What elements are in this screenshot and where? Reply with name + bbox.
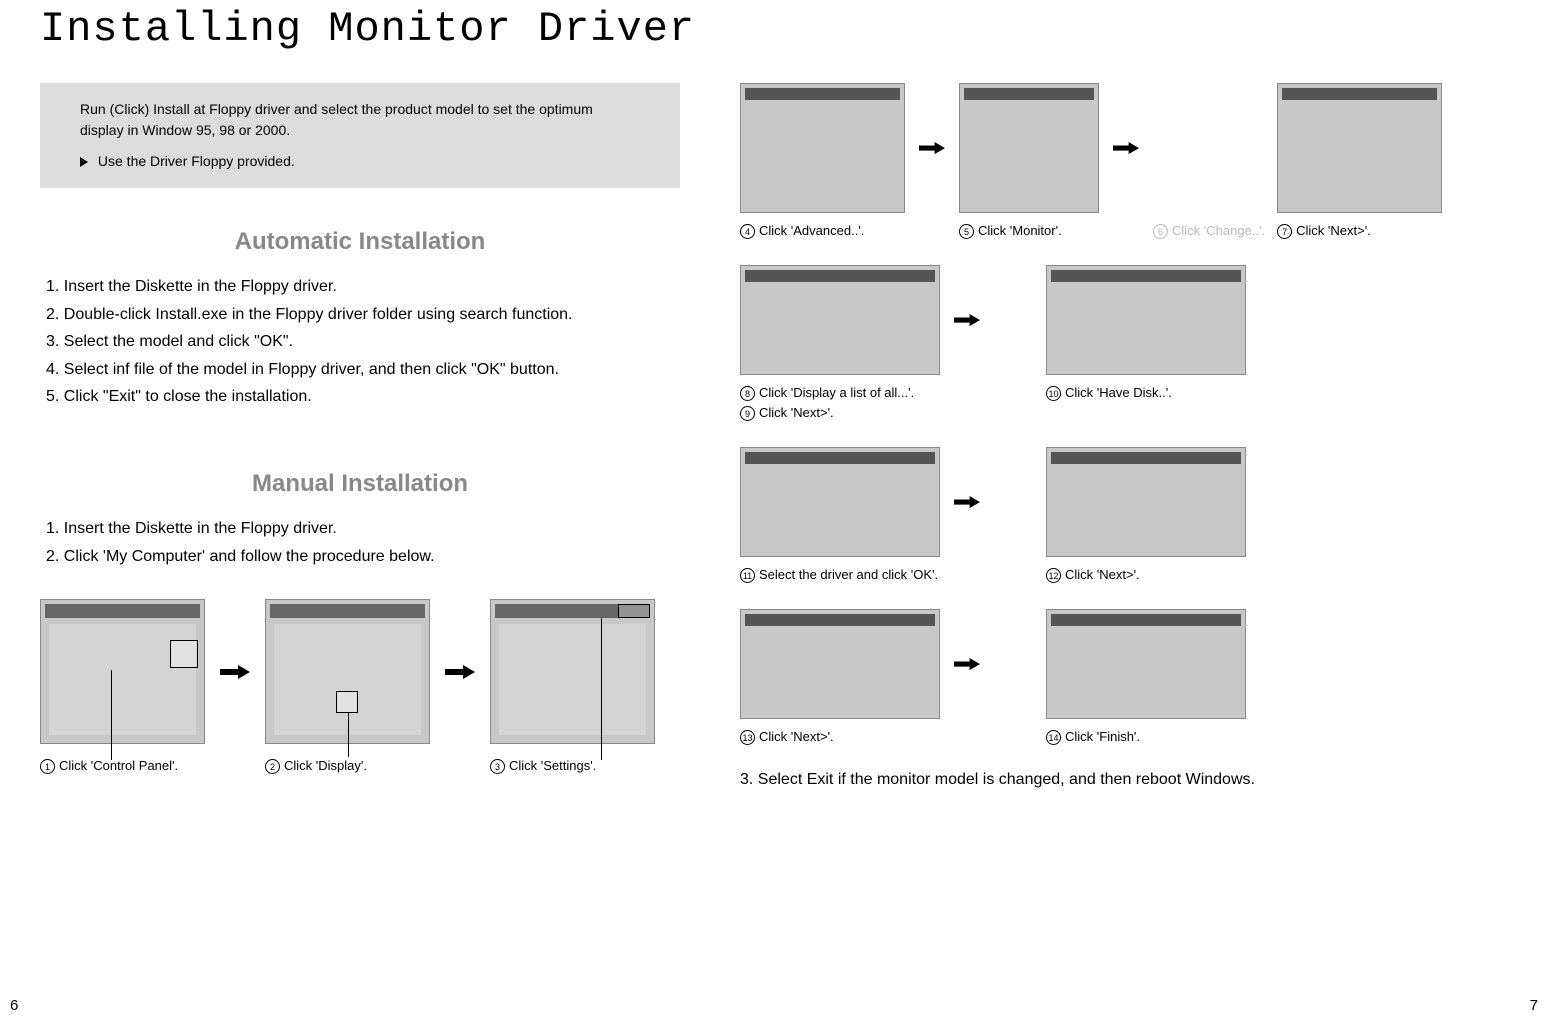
step: 1. Insert the Diskette in the Floppy dri… — [46, 274, 680, 300]
page-number-right: 7 — [1530, 997, 1538, 1014]
caption-3: 3 Click 'Settings'. — [490, 758, 596, 774]
arrow-icon — [917, 83, 947, 213]
final-step: 3. Select Exit if the monitor model is c… — [740, 771, 1512, 789]
step-number-icon: 5 — [959, 224, 974, 239]
screenshot-thumb — [740, 447, 940, 557]
manual-heading: Manual Installation — [40, 470, 680, 498]
content-columns: Run (Click) Install at Floppy driver and… — [40, 83, 1512, 789]
screenshot-thumb — [1277, 83, 1442, 213]
caption-text: Click 'Display'. — [284, 758, 367, 773]
step: 2. Double-click Install.exe in the Flopp… — [46, 302, 680, 328]
callout-box: Run (Click) Install at Floppy driver and… — [40, 83, 680, 188]
screenshot-thumb — [265, 599, 430, 744]
arrow-icon — [215, 599, 255, 744]
caption-text: Click 'Advanced..'. — [759, 223, 864, 238]
arrow-icon — [440, 599, 480, 744]
step-number-icon: 3 — [490, 759, 505, 774]
screenshot-thumb — [740, 265, 940, 375]
caption-text: Click 'Control Panel'. — [59, 758, 178, 773]
screenshot-thumb — [1046, 447, 1246, 557]
page-number-left: 6 — [10, 997, 18, 1014]
screenshot-thumb — [1046, 265, 1246, 375]
screenshot-thumb — [959, 83, 1099, 213]
triangle-icon — [80, 157, 88, 167]
screenshot-thumb — [740, 609, 940, 719]
step-number-icon: 13 — [740, 730, 755, 745]
screenshot-thumb — [1046, 609, 1246, 719]
step-number-icon: 2 — [265, 759, 280, 774]
step-number-icon: 4 — [740, 224, 755, 239]
callout-text: Run (Click) Install at Floppy driver and… — [80, 99, 640, 141]
caption-text: Click 'Display a list of all...'. — [759, 385, 914, 400]
right-row-1: 4 Click 'Advanced..'. 5 Click 'Monitor'. 6… — [740, 83, 1512, 239]
automatic-steps: 1. Insert the Diskette in the Floppy dri… — [46, 274, 680, 410]
right-column: 4 Click 'Advanced..'. 5 Click 'Monitor'. 6… — [740, 83, 1512, 789]
caption-1: 1 Click 'Control Panel'. — [40, 758, 178, 774]
arrow-icon — [952, 609, 982, 719]
step: 3. Select the model and click "OK". — [46, 329, 680, 355]
thumb-group-2: 2 Click 'Display'. — [265, 599, 430, 774]
caption-text: Click 'Next>'. — [1296, 223, 1371, 238]
step: 2. Click 'My Computer' and follow the pr… — [46, 544, 680, 570]
caption-2: 2 Click 'Display'. — [265, 758, 367, 774]
thumb-group-3: 3 Click 'Settings'. — [490, 599, 655, 774]
automatic-heading: Automatic Installation — [40, 228, 680, 256]
right-row-3: 11 Select the driver and click 'OK'. 12 Cl… — [740, 447, 1512, 583]
step-number-icon: 9 — [740, 406, 755, 421]
caption-text: Click 'Settings'. — [509, 758, 596, 773]
arrow-icon — [1111, 83, 1141, 213]
caption-text: Click 'Next>'. — [759, 405, 834, 420]
manual-steps: 1. Insert the Diskette in the Floppy dri… — [46, 516, 680, 569]
step-number-icon: 7 — [1277, 224, 1292, 239]
caption-text: Click 'Monitor'. — [978, 223, 1062, 238]
arrow-icon — [952, 447, 982, 557]
callout-note: Use the Driver Floppy provided. — [80, 151, 640, 172]
step-number-icon: 6 — [1153, 224, 1168, 239]
step-number-icon: 12 — [1046, 568, 1061, 583]
screenshot-thumb — [40, 599, 205, 744]
step-number-icon: 1 — [40, 759, 55, 774]
step-number-icon: 10 — [1046, 386, 1061, 401]
step-number-icon: 11 — [740, 568, 755, 583]
step-number-icon: 14 — [1046, 730, 1061, 745]
arrow-icon — [952, 265, 982, 375]
caption-text: Click 'Finish'. — [1065, 729, 1140, 744]
caption-text: Click 'Next>'. — [759, 729, 834, 744]
step: 5. Click "Exit" to close the installatio… — [46, 384, 680, 410]
caption-text: Click 'Have Disk..'. — [1065, 385, 1172, 400]
step: 1. Insert the Diskette in the Floppy dri… — [46, 516, 680, 542]
left-thumbs-row: 1 Click 'Control Panel'. 2 Click 'Displa… — [40, 599, 680, 774]
caption-text: Click 'Next>'. — [1065, 567, 1140, 582]
thumb-group-1: 1 Click 'Control Panel'. — [40, 599, 205, 774]
step-number-icon: 8 — [740, 386, 755, 401]
caption-text: Select the driver and click 'OK'. — [759, 567, 938, 582]
left-column: Run (Click) Install at Floppy driver and… — [40, 83, 680, 789]
right-row-2: 8 Click 'Display a list of all...'. 9 Clic… — [740, 265, 1512, 421]
screenshot-thumb — [490, 599, 655, 744]
callout-note-text: Use the Driver Floppy provided. — [98, 153, 295, 169]
screenshot-thumb — [740, 83, 905, 213]
page-title: Installing Monitor Driver — [40, 5, 1512, 53]
step: 4. Select inf file of the model in Flopp… — [46, 357, 680, 383]
right-row-4: 13 Click 'Next>'. 14 Click 'Finish'. — [740, 609, 1512, 745]
caption-text: Click 'Change..'. — [1172, 223, 1265, 238]
